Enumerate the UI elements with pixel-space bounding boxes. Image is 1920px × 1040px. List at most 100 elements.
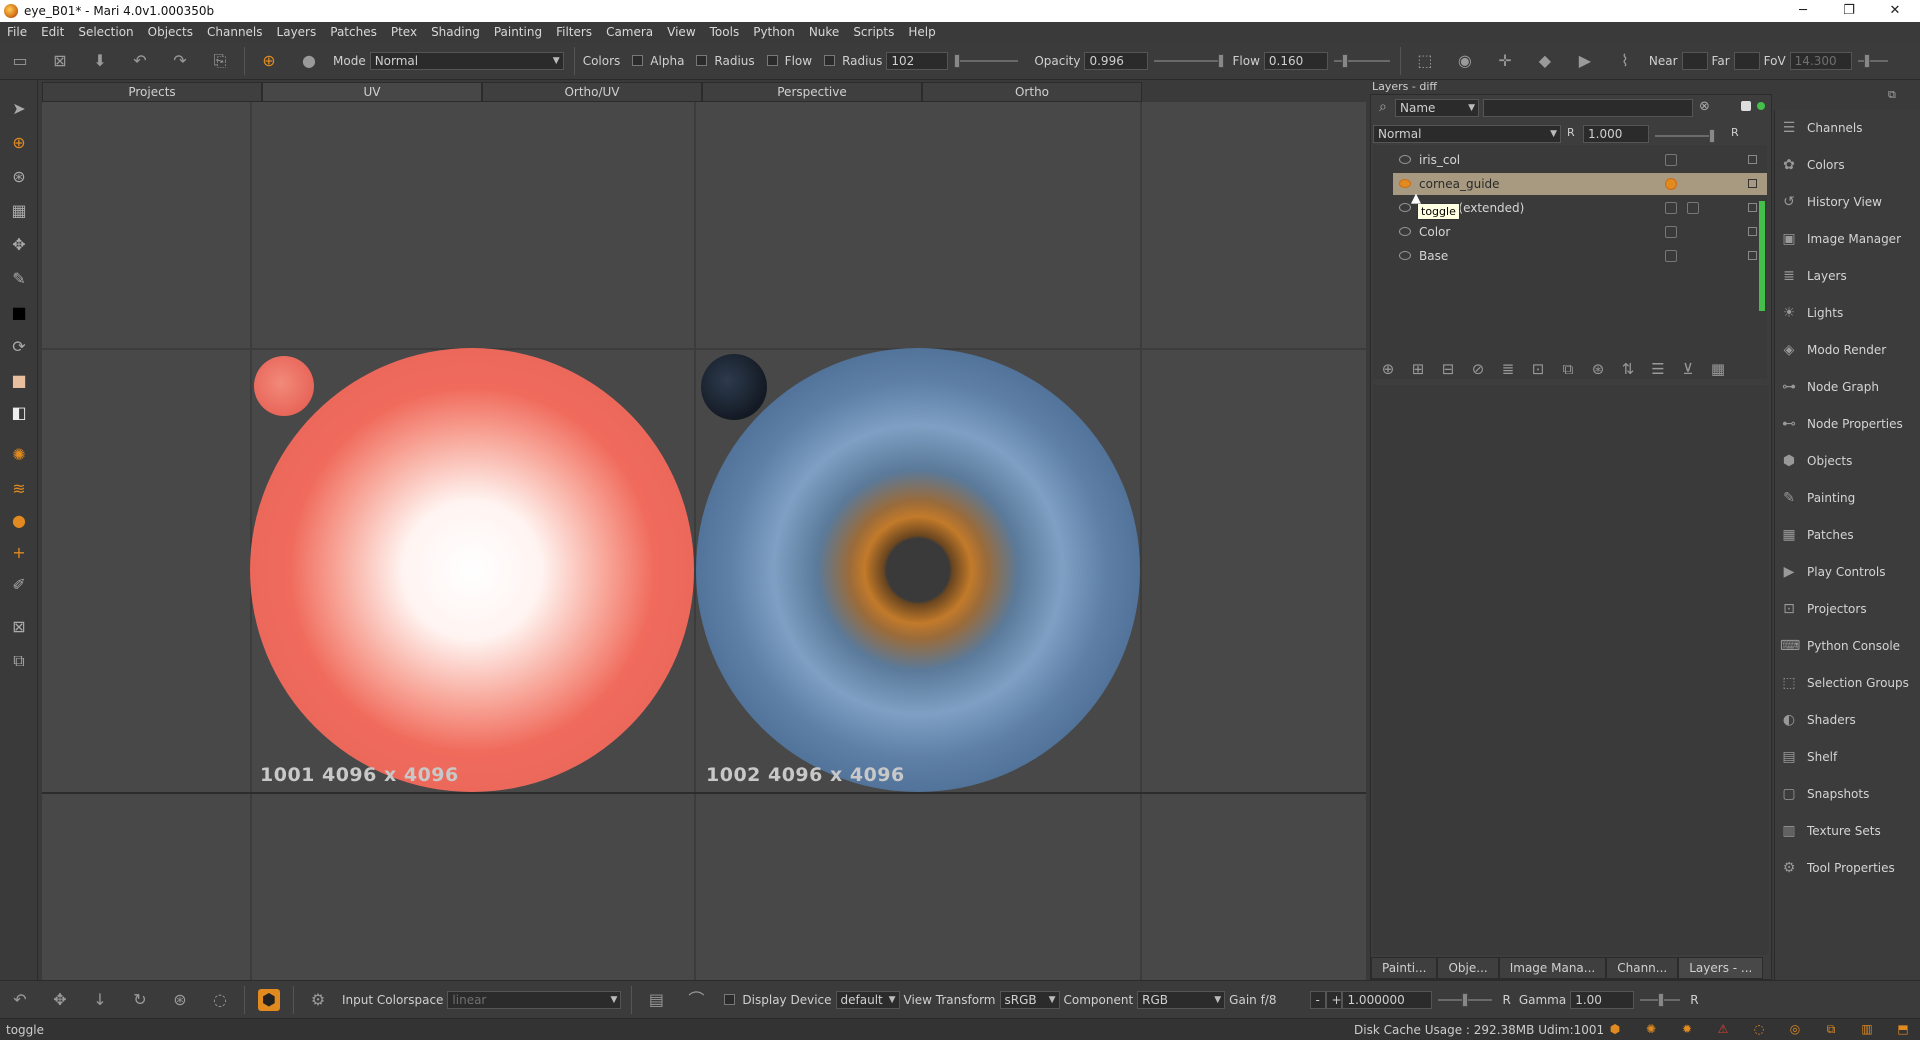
settings-gear-icon[interactable]: ⚙ <box>307 989 329 1011</box>
eye-visibility-icon[interactable] <box>1399 155 1411 164</box>
palette-item-python-console[interactable]: ⌨ Python Console <box>1775 628 1920 664</box>
float-panel-icon[interactable]: ⧉ <box>1888 88 1896 102</box>
mode-select[interactable]: Normal ▼ <box>369 51 564 70</box>
graph-icon[interactable]: ⌇ <box>1614 50 1636 72</box>
palette-item-image-manager[interactable]: ▣ Image Manager <box>1775 221 1920 257</box>
zoom-icon[interactable]: ⊛ <box>8 166 30 188</box>
gain-input[interactable]: 1.000000 <box>1342 990 1433 1009</box>
blend-mode-select[interactable]: Normal ▼ <box>1373 125 1561 143</box>
gamma-slider[interactable] <box>1640 992 1681 1007</box>
menu-shading[interactable]: Shading <box>424 22 487 42</box>
radius-checkbox[interactable] <box>696 55 708 66</box>
menu-camera[interactable]: Camera <box>599 22 660 42</box>
tab-layers[interactable]: Layers - ... <box>1678 957 1764 979</box>
grid-view-icon[interactable]: ▦ <box>1706 359 1730 379</box>
layer-row[interactable]: iris_col <box>1393 149 1767 171</box>
tab-uv[interactable]: UV <box>262 82 482 102</box>
gain-decrease-button[interactable]: - <box>1310 990 1327 1009</box>
tab-objects[interactable]: Obje... <box>1437 957 1499 979</box>
pan-icon[interactable]: ✥ <box>49 989 71 1011</box>
menu-tools[interactable]: Tools <box>703 22 747 42</box>
menu-channels[interactable]: Channels <box>200 22 270 42</box>
camera-icon[interactable]: ◉ <box>1454 50 1476 72</box>
gain-slider[interactable] <box>1438 992 1493 1007</box>
select-arrow-icon[interactable]: ➤ <box>8 98 30 120</box>
flow-slider[interactable] <box>1333 53 1390 68</box>
blend-r-button-secondary[interactable]: R <box>1731 126 1739 139</box>
palette-item-channels[interactable]: ☰ Channels <box>1775 110 1920 146</box>
warning-icon[interactable]: ⚠ <box>1716 1022 1730 1036</box>
menu-filters[interactable]: Filters <box>549 22 599 42</box>
menu-python[interactable]: Python <box>746 22 802 42</box>
patch-1001-texture[interactable] <box>250 348 694 792</box>
menu-patches[interactable]: Patches <box>323 22 384 42</box>
view-transform-select[interactable]: sRGB ▼ <box>999 990 1060 1009</box>
gain-slider-handle[interactable] <box>1462 992 1469 1007</box>
tab-channels[interactable]: Chann... <box>1606 957 1679 979</box>
close-box-icon[interactable]: ⊠ <box>8 616 30 638</box>
gamma-input[interactable]: 1.00 <box>1570 990 1635 1009</box>
lut-icon[interactable]: ▤ <box>645 989 667 1011</box>
add-layer-icon[interactable]: ⊕ <box>1376 359 1400 379</box>
flow-slider-handle[interactable] <box>1341 53 1348 68</box>
frame-icon[interactable]: ⧉ <box>8 650 30 672</box>
opacity-input[interactable]: 0.996 <box>1084 51 1149 70</box>
blend-amount-input[interactable]: 1.000 <box>1583 125 1649 143</box>
palette-item-layers[interactable]: ≣ Layers <box>1775 258 1920 294</box>
gain-r-button[interactable]: R <box>1502 993 1510 1007</box>
paint-through-icon[interactable]: ⊕ <box>8 132 30 154</box>
eye-visibility-icon[interactable] <box>1399 251 1411 260</box>
palette-item-node-properties[interactable]: ⊷ Node Properties <box>1775 406 1920 442</box>
lock-icon[interactable] <box>1748 155 1757 164</box>
add-procedural-icon[interactable]: ⊞ <box>1406 359 1430 379</box>
new-file-icon[interactable]: ▭ <box>9 50 31 72</box>
lasso-icon[interactable]: ◌ <box>209 989 231 1011</box>
palette-item-modo-render[interactable]: ◈ Modo Render <box>1775 332 1920 368</box>
color-manage-toggle-icon[interactable]: ⬢ <box>258 988 280 1011</box>
alpha-checkbox[interactable] <box>632 55 644 66</box>
menu-painting[interactable]: Painting <box>487 22 549 42</box>
palette-item-objects[interactable]: ⬢ Objects <box>1775 443 1920 479</box>
palette-item-selection-groups[interactable]: ⬚ Selection Groups <box>1775 665 1920 701</box>
menu-objects[interactable]: Objects <box>141 22 200 42</box>
palette-item-snapshots[interactable]: ▢ Snapshots <box>1775 776 1920 812</box>
menu-view[interactable]: View <box>660 22 702 42</box>
status-bars-icon[interactable]: ▥ <box>1860 1022 1874 1036</box>
display-device-select[interactable]: default ▼ <box>835 990 900 1009</box>
eye-visibility-icon[interactable] <box>1399 179 1411 188</box>
filter-toggle-icon[interactable] <box>1741 101 1751 111</box>
play-icon[interactable]: ▶ <box>1574 50 1596 72</box>
display-device-checkbox[interactable] <box>724 994 736 1005</box>
palette-item-play-controls[interactable]: ▶ Play Controls <box>1775 554 1920 590</box>
flow-input[interactable]: 0.160 <box>1263 51 1328 70</box>
eye-visibility-icon[interactable] <box>1399 203 1411 212</box>
close-window-button[interactable]: ✕ <box>1872 0 1918 22</box>
status-brush-icon[interactable]: ✺ <box>1644 1022 1658 1036</box>
fov-slider[interactable] <box>1857 53 1888 68</box>
tab-image-manager[interactable]: Image Mana... <box>1498 957 1607 979</box>
status-window-icon[interactable]: ⧉ <box>1824 1022 1838 1036</box>
curve-icon[interactable]: ⌒ <box>685 989 707 1011</box>
eye-visibility-icon[interactable] <box>1399 227 1411 236</box>
foreground-color-icon[interactable]: ■ <box>8 302 30 324</box>
tab-painting[interactable]: Painti... <box>1371 957 1438 979</box>
far-input[interactable] <box>1733 51 1760 70</box>
flow-checkbox[interactable] <box>766 55 778 66</box>
gamma-r-button[interactable]: R <box>1690 993 1698 1007</box>
layer-row[interactable]: Color <box>1393 221 1767 243</box>
palette-item-shelf[interactable]: ▤ Shelf <box>1775 739 1920 775</box>
brush-dot-icon[interactable]: ● <box>298 50 320 72</box>
transform-icon[interactable]: ✛ <box>1494 50 1516 72</box>
arrow-down-icon[interactable]: ↓ <box>89 989 111 1011</box>
lock-icon[interactable] <box>1748 227 1757 236</box>
save-icon[interactable]: ⬇ <box>89 50 111 72</box>
flatten-icon[interactable]: ⊻ <box>1676 359 1700 379</box>
patch-1002-texture[interactable] <box>696 348 1140 792</box>
lock-icon[interactable] <box>1748 179 1757 188</box>
blend-slider-handle[interactable] <box>1709 129 1715 143</box>
background-color-icon[interactable]: ■ <box>8 370 30 392</box>
tab-ortho[interactable]: Ortho <box>922 82 1142 102</box>
clipboard-icon[interactable]: ⎘ <box>209 50 231 72</box>
palette-item-history-view[interactable]: ↺ History View <box>1775 184 1920 220</box>
airbrush-icon[interactable]: ✐ <box>8 574 30 596</box>
